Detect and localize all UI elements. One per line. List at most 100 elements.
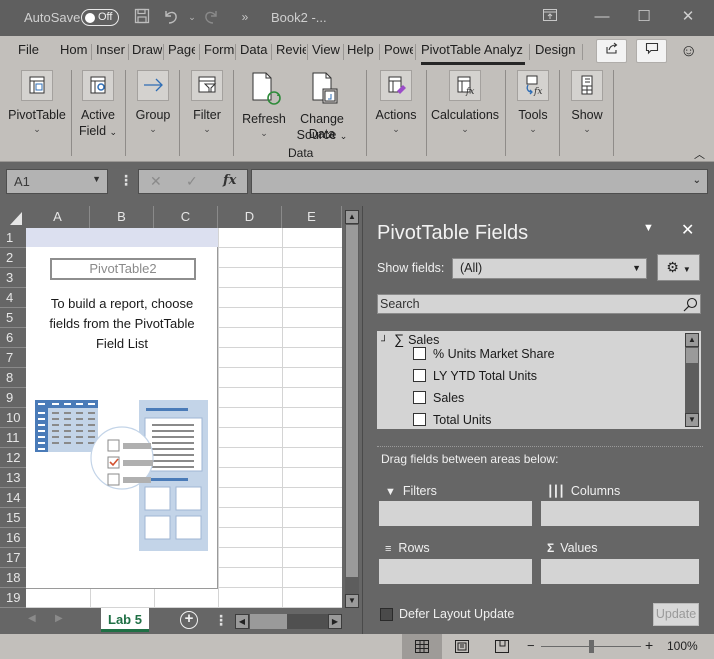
- pivottable-placeholder[interactable]: PivotTable2 To build a report, choose fi…: [26, 228, 218, 589]
- tab-power-pivot[interactable]: Powe: [384, 42, 413, 57]
- row-header[interactable]: 16: [0, 528, 26, 548]
- tab-page-layout[interactable]: Page: [168, 42, 195, 57]
- field-checkbox[interactable]: [413, 347, 426, 360]
- field-checkbox[interactable]: [413, 391, 426, 404]
- enter-icon[interactable]: ✓: [186, 173, 198, 190]
- tab-insert[interactable]: Inser: [96, 42, 127, 57]
- row-header[interactable]: 10: [0, 408, 26, 428]
- field-checkbox[interactable]: [413, 369, 426, 382]
- tab-review[interactable]: Revie: [276, 42, 306, 57]
- undo-icon[interactable]: [162, 8, 180, 26]
- defer-layout-checkbox[interactable]: [380, 608, 393, 621]
- select-all-button[interactable]: [0, 206, 26, 228]
- formula-bar-grip-icon[interactable]: ⋮: [119, 172, 133, 189]
- comments-button[interactable]: [636, 39, 667, 63]
- row-header[interactable]: 17: [0, 548, 26, 568]
- row-header[interactable]: 11: [0, 428, 26, 448]
- feedback-smiley-icon[interactable]: ☺: [680, 41, 697, 61]
- autosave-toggle[interactable]: Off: [81, 9, 119, 26]
- sheet-options-icon[interactable]: ⋮: [214, 612, 228, 629]
- column-header-e[interactable]: E: [282, 206, 342, 228]
- rows-drop-area[interactable]: [379, 559, 532, 584]
- minimize-button[interactable]: —: [590, 6, 614, 28]
- scroll-down-button[interactable]: ▼: [345, 594, 359, 608]
- row-header[interactable]: 18: [0, 568, 26, 588]
- scroll-up-button[interactable]: ▲: [345, 210, 359, 224]
- page-layout-view-button[interactable]: [455, 640, 469, 656]
- zoom-in-button[interactable]: +: [645, 637, 653, 653]
- show-fields-select[interactable]: (All) ▼: [452, 258, 647, 279]
- scroll-right-button[interactable]: ▶: [328, 614, 342, 629]
- tab-data[interactable]: Data: [240, 42, 268, 57]
- normal-view-button[interactable]: [402, 634, 442, 659]
- collapse-ribbon-icon[interactable]: ︿: [694, 146, 705, 162]
- close-pane-icon[interactable]: ✕: [681, 220, 694, 240]
- row-header[interactable]: 2: [0, 248, 26, 268]
- row-header[interactable]: 6: [0, 328, 26, 348]
- sheet-tab-lab5[interactable]: Lab 5: [101, 608, 149, 632]
- filters-drop-area[interactable]: [379, 501, 532, 526]
- field-scroll-up-button[interactable]: ▲: [685, 333, 699, 347]
- field-item[interactable]: LY YTD Total Units: [413, 367, 537, 387]
- row-header[interactable]: 8: [0, 368, 26, 388]
- tab-design[interactable]: Design: [535, 42, 577, 57]
- horizontal-scroll-thumb[interactable]: [250, 614, 287, 629]
- row-header[interactable]: 12: [0, 448, 26, 468]
- tab-home[interactable]: Hom: [60, 42, 90, 57]
- name-box-dropdown-icon[interactable]: ▼: [92, 174, 101, 184]
- next-sheet-icon[interactable]: ▶: [55, 613, 63, 624]
- tab-formulas[interactable]: Form: [204, 42, 234, 57]
- pane-options-dropdown-icon[interactable]: ▼: [643, 222, 654, 234]
- field-scroll-thumb[interactable]: [686, 348, 698, 363]
- column-header-d[interactable]: D: [218, 206, 282, 228]
- field-list-settings-button[interactable]: ⚙ ▼: [657, 254, 700, 281]
- field-checkbox[interactable]: [413, 413, 426, 426]
- row-header[interactable]: 5: [0, 308, 26, 328]
- values-drop-area[interactable]: [541, 559, 699, 584]
- cancel-icon[interactable]: ✕: [150, 173, 162, 190]
- field-item[interactable]: % Units Market Share: [413, 345, 555, 365]
- tab-file[interactable]: File: [18, 42, 40, 57]
- tab-view[interactable]: View: [312, 42, 340, 57]
- tab-pivottable-analyze[interactable]: PivotTable Analyz: [421, 42, 525, 57]
- row-header[interactable]: 13: [0, 468, 26, 488]
- row-header[interactable]: 14: [0, 488, 26, 508]
- formula-input[interactable]: ⌄: [251, 169, 708, 194]
- tab-help[interactable]: Help: [347, 42, 375, 57]
- undo-dropdown-icon[interactable]: ⌄: [183, 8, 201, 26]
- field-search-input[interactable]: Search: [377, 294, 701, 314]
- name-box[interactable]: A1 ▼: [6, 169, 108, 194]
- row-header[interactable]: 4: [0, 288, 26, 308]
- insert-function-icon[interactable]: fx: [223, 173, 236, 188]
- prev-sheet-icon[interactable]: ◀: [28, 613, 36, 624]
- zoom-out-button[interactable]: −: [527, 638, 535, 653]
- vertical-scroll-thumb[interactable]: [346, 225, 358, 577]
- tab-draw[interactable]: Draw: [132, 42, 162, 57]
- column-header-c[interactable]: C: [154, 206, 218, 228]
- more-commands-icon[interactable]: »: [236, 8, 254, 26]
- vertical-scrollbar[interactable]: ▲ ▼: [345, 210, 359, 608]
- share-button[interactable]: [596, 39, 627, 63]
- field-item[interactable]: Total Units: [413, 411, 491, 429]
- collapse-group-icon[interactable]: ┘: [381, 336, 388, 347]
- field-list-scrollbar[interactable]: ▲ ▼: [685, 333, 699, 427]
- scroll-left-button[interactable]: ◀: [235, 614, 249, 629]
- row-header[interactable]: 1: [0, 228, 26, 248]
- horizontal-scrollbar[interactable]: ◀ ▶: [235, 614, 342, 629]
- save-icon[interactable]: [133, 8, 151, 26]
- field-item[interactable]: Sales: [413, 389, 464, 409]
- page-break-view-button[interactable]: [495, 640, 509, 656]
- maximize-button[interactable]: ☐: [632, 6, 656, 28]
- column-header-b[interactable]: B: [90, 206, 154, 228]
- row-header[interactable]: 3: [0, 268, 26, 288]
- update-button[interactable]: Update: [653, 603, 699, 626]
- row-header[interactable]: 15: [0, 508, 26, 528]
- row-header[interactable]: 7: [0, 348, 26, 368]
- zoom-slider-thumb[interactable]: [589, 640, 594, 653]
- column-header-a[interactable]: A: [26, 206, 90, 228]
- close-window-button[interactable]: ✕: [676, 6, 700, 28]
- row-header[interactable]: 19: [0, 588, 26, 608]
- row-header[interactable]: 9: [0, 388, 26, 408]
- field-scroll-down-button[interactable]: ▼: [685, 413, 699, 427]
- ribbon-display-options-icon[interactable]: [541, 8, 559, 26]
